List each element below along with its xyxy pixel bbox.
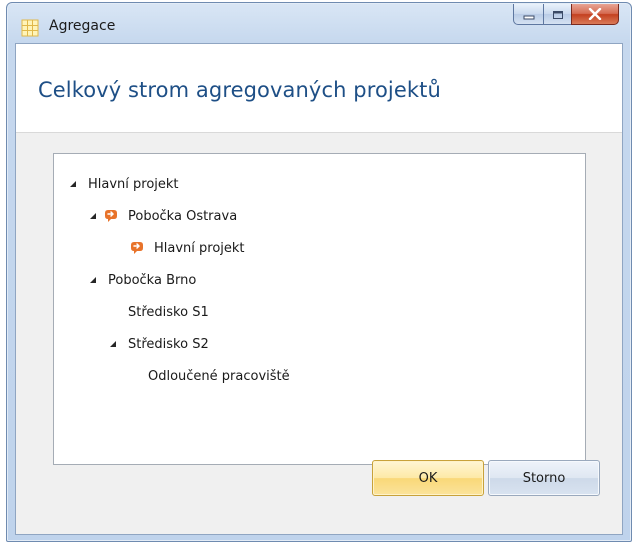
tree-item-label: Hlavní projekt xyxy=(154,240,245,256)
tree-item[interactable]: Středisko S1 xyxy=(128,301,209,323)
tree-item-label: Odloučené pracoviště xyxy=(148,368,290,384)
minimize-button[interactable] xyxy=(513,4,543,25)
close-icon xyxy=(588,5,602,24)
cancel-button[interactable]: Storno xyxy=(488,460,600,496)
cancel-button-label: Storno xyxy=(522,470,566,486)
maximize-button[interactable] xyxy=(543,4,571,25)
app-grid-icon xyxy=(21,19,39,37)
orange-link-icon xyxy=(102,208,120,224)
close-button[interactable] xyxy=(571,4,619,25)
maximize-icon xyxy=(552,5,564,24)
tree-item-label: Pobočka Brno xyxy=(108,272,197,288)
ok-button[interactable]: OK xyxy=(372,460,484,496)
tree-expanded-arrow-icon[interactable] xyxy=(86,273,100,287)
tree-item[interactable]: Středisko S2 xyxy=(106,333,209,355)
tree-expanded-arrow-icon[interactable] xyxy=(66,177,80,191)
title-bar[interactable]: Agregace xyxy=(7,3,631,43)
tree-item[interactable]: Odloučené pracoviště xyxy=(148,365,290,387)
tree-item[interactable]: Pobočka Brno xyxy=(86,269,196,291)
dialog-window: Agregace Celkový strom agregovaných proj… xyxy=(6,2,632,542)
orange-link-icon xyxy=(128,240,146,256)
tree-item-label: Pobočka Ostrava xyxy=(128,208,238,224)
tree-item-label: Středisko S2 xyxy=(128,336,209,352)
tree-expanded-arrow-icon[interactable] xyxy=(86,209,100,223)
header-band: Celkový strom agregovaných projektů xyxy=(16,44,622,133)
tree-item[interactable]: Pobočka Ostrava xyxy=(86,205,237,227)
page-title: Celkový strom agregovaných projektů xyxy=(38,78,441,102)
project-tree[interactable]: Hlavní projekt Pobočka Ostrava Hlavní pr… xyxy=(53,153,586,465)
tree-item[interactable]: Hlavní projekt xyxy=(66,173,179,195)
ok-button-label: OK xyxy=(418,470,438,486)
dialog-client-area: Celkový strom agregovaných projektů Hlav… xyxy=(15,43,623,535)
tree-item-label: Středisko S1 xyxy=(128,304,209,320)
tree-expanded-arrow-icon[interactable] xyxy=(106,337,120,351)
tree-item-label: Hlavní projekt xyxy=(88,176,179,192)
window-title: Agregace xyxy=(49,18,116,34)
tree-item[interactable]: Hlavní projekt xyxy=(128,237,245,259)
caption-buttons xyxy=(513,4,619,26)
minimize-icon xyxy=(523,5,535,24)
